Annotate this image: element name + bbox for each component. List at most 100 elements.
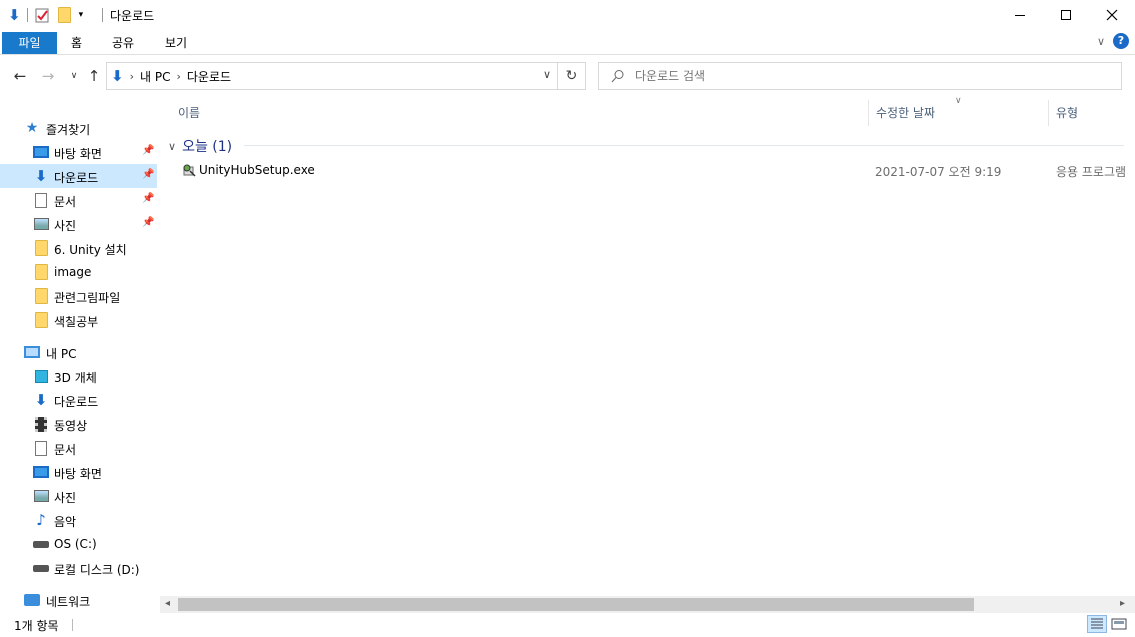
tab-share[interactable]: 공유 [98,32,148,54]
nav-label: 음악 [54,515,77,529]
recent-locations-button[interactable]: ∨ [63,65,85,87]
nav-item-pictures[interactable]: 사진 📌 [0,212,157,236]
nav-label: 6. Unity 설치 [54,243,127,257]
back-button[interactable]: ← [9,65,31,87]
nav-item-unity-install[interactable]: 6. Unity 설치 [0,236,157,260]
address-bar[interactable]: ⬇ › 내 PC › 다운로드 ∨ [106,62,558,90]
customize-toolbar-icon[interactable]: ▾ [79,10,84,20]
new-folder-icon[interactable] [57,7,71,23]
nav-item-pc-downloads[interactable]: ⬇ 다운로드 [0,388,157,412]
nav-item-pc-pictures[interactable]: 사진 [0,484,157,508]
nav-label: 다운로드 [54,395,99,409]
group-divider [244,145,1124,146]
scroll-right-icon[interactable]: ▸ [1120,598,1125,609]
divider [26,8,28,22]
maximize-button[interactable] [1043,0,1089,30]
nav-item-related-images[interactable]: 관련그림파일 [0,284,157,308]
properties-icon[interactable] [34,7,50,23]
nav-quick-access[interactable]: ★ 즐겨찾기 [0,116,157,140]
ribbon-controls: ∨ ? [1097,33,1129,49]
nav-item-image[interactable]: image [0,260,157,284]
group-label: 오늘 (1) [182,139,233,155]
nav-label: 3D 개체 [54,371,97,385]
column-header-name[interactable]: 이름 [170,100,868,126]
scrollbar-thumb[interactable] [178,598,974,611]
address-history-icon[interactable]: ∨ [543,68,551,81]
search-box[interactable] [598,62,1122,90]
scroll-left-icon[interactable]: ◂ [165,598,170,609]
music-icon: ♪ [36,511,46,529]
video-icon [33,416,49,432]
horizontal-scrollbar[interactable]: ◂ ▸ [160,596,1135,613]
collapse-group-icon[interactable]: ∨ [168,140,176,153]
nav-item-videos[interactable]: 동영상 [0,412,157,436]
nav-item-coloring[interactable]: 색칠공부 [0,308,157,332]
download-icon: ⬇ [34,167,48,185]
refresh-button[interactable]: ↻ [558,62,586,90]
sort-indicator-icon: ∨ [955,96,962,106]
computer-icon [24,344,40,360]
breadcrumb-separator-icon[interactable]: › [130,70,134,83]
large-icons-view-button[interactable] [1109,615,1129,633]
nav-label: 문서 [54,443,77,457]
forward-button[interactable]: → [37,65,59,87]
nav-label: 내 PC [46,347,77,361]
nav-label: 색칠공부 [54,315,99,329]
file-type: 응용 프로그램 [1056,165,1127,179]
close-button[interactable] [1089,0,1135,30]
nav-label: 바탕 화면 [54,147,102,161]
column-header-type[interactable]: 유형 [1048,100,1133,126]
group-header-today[interactable]: ∨ 오늘 (1) [168,136,232,156]
nav-this-pc[interactable]: 내 PC [0,340,157,364]
file-list: 이름 수정한 날짜 ∨ 유형 ∨ 오늘 (1) UnityHubSetup.ex… [160,96,1135,596]
expand-ribbon-icon[interactable]: ∨ [1097,35,1105,48]
nav-item-drive-d[interactable]: 로컬 디스크 (D:) [0,556,157,580]
search-input[interactable] [635,69,1035,83]
minimize-icon [1015,14,1025,16]
folder-icon [33,264,49,280]
nav-item-desktop[interactable]: 바탕 화면 📌 [0,140,157,164]
tab-file[interactable]: 파일 [2,32,57,54]
nav-item-downloads[interactable]: ⬇ 다운로드 📌 [0,164,157,188]
nav-label: 바탕 화면 [54,467,102,481]
file-row[interactable]: UnityHubSetup.exe 2021-07-07 오전 9:19 응용 … [168,159,1128,181]
help-icon[interactable]: ? [1113,33,1129,49]
nav-label: 문서 [54,195,77,209]
title-bar: ⬇ ▾ 다운로드 [0,0,1135,30]
divider [102,8,103,22]
up-button[interactable]: ↑ [83,65,105,87]
minimize-button[interactable] [997,0,1043,30]
pin-icon[interactable]: 📌 [142,217,154,228]
nav-item-drive-c[interactable]: OS (C:) [0,532,157,556]
nav-label: 사진 [54,491,77,505]
breadcrumb-downloads[interactable]: 다운로드 [187,68,231,85]
quick-access-toolbar: ⬇ ▾ [8,5,83,25]
download-folder-icon: ⬇ [111,67,124,85]
desktop-icon [33,464,49,480]
nav-item-pc-desktop[interactable]: 바탕 화면 [0,460,157,484]
nav-label: image [54,265,92,279]
nav-label: 관련그림파일 [54,291,121,305]
pin-icon[interactable]: 📌 [142,193,154,204]
status-bar: 1개 항목 [0,613,1135,637]
tab-home[interactable]: 홈 [57,32,96,54]
folder-icon [33,312,49,328]
folder-icon [33,240,49,256]
nav-item-documents[interactable]: 문서 📌 [0,188,157,212]
file-date: 2021-07-07 오전 9:19 [875,165,1002,179]
nav-network[interactable]: 네트워크 [0,588,157,612]
breadcrumb-separator-icon[interactable]: › [176,70,180,83]
nav-item-pc-documents[interactable]: 문서 [0,436,157,460]
nav-item-3d-objects[interactable]: 3D 개체 [0,364,157,388]
divider [72,619,73,631]
network-icon [24,592,40,608]
pin-icon[interactable]: 📌 [142,169,154,180]
window-title: 다운로드 [110,9,155,23]
pin-icon[interactable]: 📌 [142,145,154,156]
details-view-button[interactable] [1087,615,1107,633]
folder-icon [33,288,49,304]
tab-view[interactable]: 보기 [151,32,201,54]
breadcrumb-this-pc[interactable]: 내 PC [140,68,170,85]
download-folder-icon: ⬇ [8,6,21,24]
nav-item-music[interactable]: ♪ 음악 [0,508,157,532]
